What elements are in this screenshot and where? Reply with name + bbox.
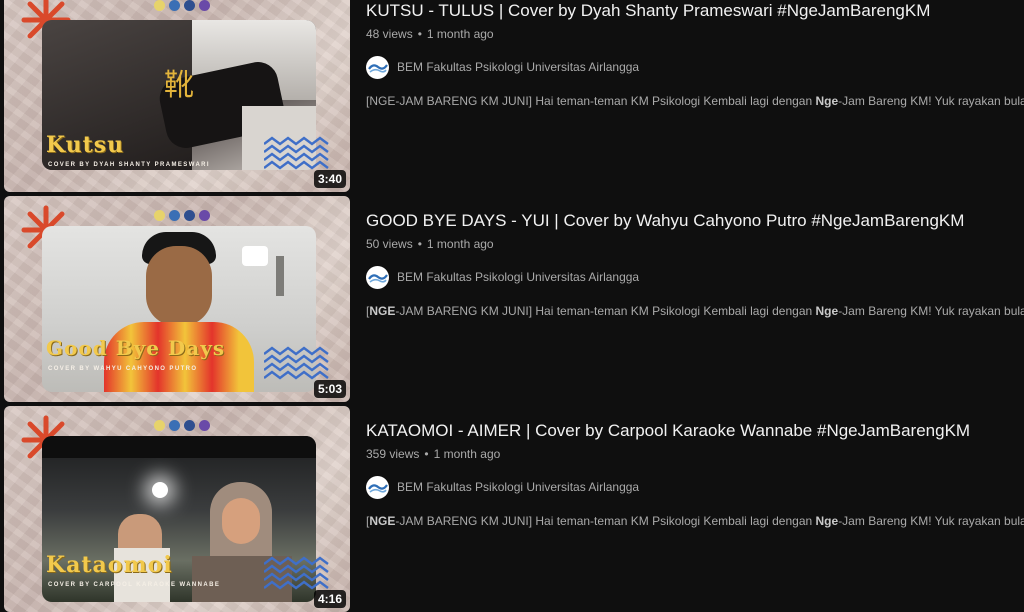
description-text: -JAM BARENG KM JUNI] Hai teman-teman KM … [395, 514, 816, 528]
video-description: [NGE-JAM BARENG KM JUNI] Hai teman-teman… [366, 93, 1024, 109]
thumbnail-title: Good Bye Days [46, 336, 226, 360]
thumbnail-title: Kutsu [46, 132, 125, 158]
view-count: 359 views [366, 447, 420, 461]
description-highlight: NGE [369, 304, 396, 318]
description-text: -Jam Bareng KM! Yuk rayakan bulan ... [838, 94, 1024, 108]
video-metadata: 48 views • 1 month ago [366, 26, 1016, 42]
channel-avatar[interactable] [366, 55, 389, 79]
video-description: [NGE-JAM BARENG KM JUNI] Hai teman-teman… [366, 303, 1024, 319]
view-count: 48 views [366, 27, 413, 41]
description-highlight: NGE [369, 514, 396, 528]
thumbnail-subtitle: COVER BY WAHYU CAHYONO PUTRO [48, 366, 198, 372]
description-highlight: Nge [815, 514, 839, 528]
video-thumbnail[interactable]: Kataomoi COVER BY CARPOOL KARAOKE WANNAB… [4, 406, 350, 612]
sponsor-logos [154, 0, 210, 11]
meta-separator: • [417, 27, 422, 41]
video-metadata: 359 views • 1 month ago [366, 446, 1016, 462]
description-text: [NGE-JAM BARENG KM JUNI] Hai teman-teman… [366, 94, 816, 108]
zigzag-icon [264, 346, 329, 380]
thumbnail-subtitle: COVER BY DYAH SHANTY PRAMESWARI [48, 162, 210, 168]
thumbnail-subtitle: COVER BY CARPOOL KARAOKE WANNABE [48, 582, 221, 588]
sponsor-logos [154, 210, 210, 221]
channel-name[interactable]: BEM Fakultas Psikologi Universitas Airla… [397, 270, 639, 284]
bem-psikologi-logo-icon [367, 274, 388, 283]
description-highlight: Nge [815, 94, 839, 108]
channel-link[interactable]: BEM Fakultas Psikologi Universitas Airla… [366, 265, 1016, 289]
description-highlight: Nge [815, 304, 839, 318]
video-result[interactable]: Kataomoi COVER BY CARPOOL KARAOKE WANNAB… [0, 406, 1024, 612]
video-title-link[interactable]: KUTSU - TULUS | Cover by Dyah Shanty Pra… [366, 0, 1016, 22]
kanji-text: 靴 [164, 68, 194, 103]
video-result[interactable]: Good Bye Days COVER BY WAHYU CAHYONO PUT… [0, 196, 1024, 402]
duration-badge: 5:03 [313, 380, 346, 398]
video-info: KATAOMOI - AIMER | Cover by Carpool Kara… [366, 420, 1024, 529]
duration-badge: 3:40 [313, 170, 346, 188]
description-text: -Jam Bareng KM! Yuk rayakan bulan ... [838, 304, 1024, 318]
upload-age: 1 month ago [426, 237, 494, 251]
video-thumbnail[interactable]: 靴 Kutsu COVER BY DYAH SHANTY PRAMESWARI … [4, 0, 350, 192]
zigzag-icon [264, 136, 329, 170]
video-info: KUTSU - TULUS | Cover by Dyah Shanty Pra… [366, 0, 1024, 109]
channel-link[interactable]: BEM Fakultas Psikologi Universitas Airla… [366, 475, 1016, 499]
channel-name[interactable]: BEM Fakultas Psikologi Universitas Airla… [397, 60, 639, 74]
sponsor-logos [154, 420, 210, 431]
channel-link[interactable]: BEM Fakultas Psikologi Universitas Airla… [366, 55, 1016, 79]
video-metadata: 50 views • 1 month ago [366, 236, 1016, 252]
bem-psikologi-logo-icon [367, 484, 388, 493]
description-text: -JAM BARENG KM JUNI] Hai teman-teman KM … [395, 304, 816, 318]
video-title-link[interactable]: KATAOMOI - AIMER | Cover by Carpool Kara… [366, 420, 1016, 442]
upload-age: 1 month ago [426, 27, 494, 41]
video-thumbnail[interactable]: Good Bye Days COVER BY WAHYU CAHYONO PUT… [4, 196, 350, 402]
video-result[interactable]: 靴 Kutsu COVER BY DYAH SHANTY PRAMESWARI … [0, 0, 1024, 192]
zigzag-icon [264, 556, 329, 590]
video-description: [NGE-JAM BARENG KM JUNI] Hai teman-teman… [366, 513, 1024, 529]
bem-psikologi-logo-icon [367, 64, 388, 73]
meta-separator: • [424, 447, 429, 461]
search-results: 靴 Kutsu COVER BY DYAH SHANTY PRAMESWARI … [0, 0, 1024, 612]
meta-separator: • [417, 237, 422, 251]
video-title-link[interactable]: GOOD BYE DAYS - YUI | Cover by Wahyu Cah… [366, 210, 1016, 232]
channel-avatar[interactable] [366, 475, 389, 499]
thumbnail-title: Kataomoi [46, 552, 173, 578]
video-info: GOOD BYE DAYS - YUI | Cover by Wahyu Cah… [366, 210, 1024, 319]
channel-name[interactable]: BEM Fakultas Psikologi Universitas Airla… [397, 480, 639, 494]
upload-age: 1 month ago [433, 447, 501, 461]
duration-badge: 4:16 [313, 590, 346, 608]
description-text: -Jam Bareng KM! Yuk rayakan bulan ... [838, 514, 1024, 528]
channel-avatar[interactable] [366, 265, 389, 289]
view-count: 50 views [366, 237, 413, 251]
